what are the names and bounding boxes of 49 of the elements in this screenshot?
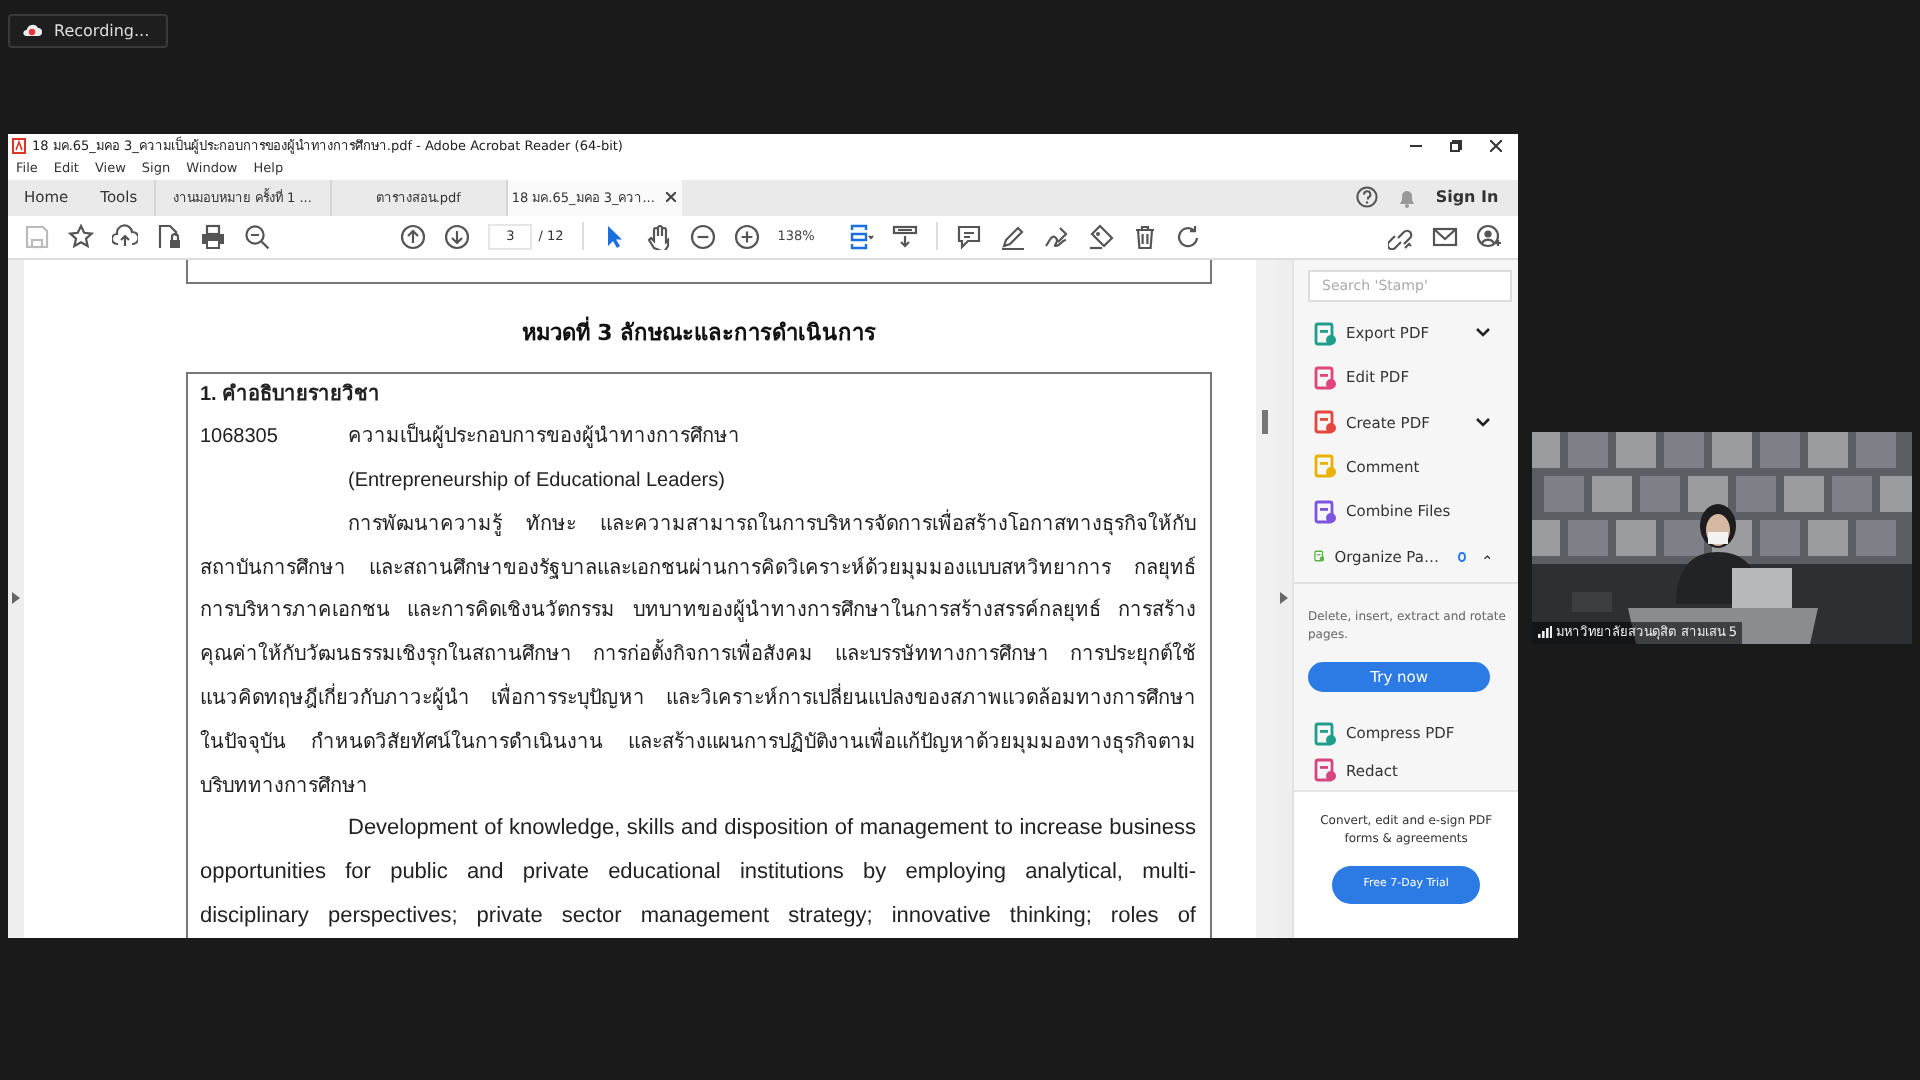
expand-arrow-icon[interactable] [12,592,20,604]
page-down-icon[interactable] [444,223,471,249]
chevron-icon[interactable] [1476,328,1491,339]
zoom-in-icon[interactable] [733,223,760,249]
close-icon[interactable] [666,192,677,202]
hand-icon[interactable] [645,223,672,249]
section-title: 1. คำอธิบายรายวิชา [200,381,383,409]
course-code: 1068305 [200,424,280,453]
recording-label: Recording... [54,21,150,39]
cloud-record-icon [22,22,42,38]
scroll-mode-icon[interactable] [891,223,918,249]
paragraph-line: ในปัจจุบัน กำหนดวิสัยทัศน์ในการดำเนินงาน และสร้างแผนการปฏิบัติงานเพื่อแก้ปัญหาด้วยมุมมองทางธุรกิจตาม [200,725,1196,758]
paragraph-line: Development of knowledge, skills and disposition of management to increase business [346,814,1196,845]
mail-icon[interactable] [1432,223,1459,249]
collapse-arrow-icon[interactable] [1280,592,1288,604]
zoom-search-icon[interactable] [244,223,270,249]
help-icon[interactable] [1355,186,1378,208]
paragraph-line: แนวคิดทฤษฎีเกี่ยวกับภาวะผู้นำ เพื่อการระบุปัญหา และวิเคราะห์การเปลี่ยนแปลงของสภาพแวดล้อมทางการศึกษา [200,678,1196,722]
file-lock-icon[interactable] [156,223,182,249]
star-icon[interactable] [68,223,94,249]
comment-icon[interactable] [955,223,982,249]
section-heading: หมวดที่ 3 ลักษณะและการดำเนินการ [519,314,879,349]
stamp-icon[interactable] [1087,223,1114,249]
cloud-upload-icon[interactable] [112,223,138,249]
paragraph-line: สถาบันการศึกษา และสถานศึกษาของรัฐบาลและเอกชนผ่านการคิดวิเคราะห์ด้วยมุมมองแบบสหวิทยาการ กลยุทธ์ [200,554,1196,584]
print-icon[interactable] [200,223,226,249]
course-name: ความเป็นผู้ประกอบการของผู้นำทางการศึกษา [348,420,740,453]
rotate-icon[interactable] [1175,223,1202,249]
pen-icon[interactable] [999,223,1026,249]
paragraph-line: การพัฒนาความรู้ ทักษะ และความสามารถในการบริหารจัดการเพื่อสร้างโอกาสทางธุรกิจให้กับ [346,507,1196,540]
scrollbar-thumb[interactable] [1262,409,1268,433]
course-name: (Entrepreneurship of Educational Leaders) [346,468,727,497]
minimize-icon[interactable] [1410,139,1423,151]
signature-icon[interactable] [1043,223,1070,249]
paragraph-line: คุณค่าให้กับวัฒนธรรมเชิงรุกในสถานศึกษา การก่อตั้งกิจการเพื่อสังคม และบรรษัททางการศึกษา การประยุกต์ใช้ [200,634,1196,679]
paragraph-line: การบริหารภาคเอกชน และการคิดเชิงนวัตกรรม บทบาทของผู้นำทางการศึกษาในการสร้างสรรค์กลยุทธ์ การสร้าง [200,596,1196,627]
signal-icon [1538,626,1553,638]
paragraph-line: บริบททางการศึกษา [200,773,370,802]
restore-icon[interactable] [1450,139,1463,151]
chevron-icon[interactable] [1476,417,1491,428]
paragraph-line: disciplinary perspectives; private sector management strategy; innovative thinking; roles of [200,902,1196,933]
add-user-icon[interactable] [1476,223,1503,249]
page-up-icon[interactable] [400,223,427,249]
sign-in-link[interactable]: Sign In [1435,188,1499,206]
zoom-out-icon[interactable] [689,223,716,249]
trash-icon[interactable] [1131,223,1158,249]
close-icon[interactable] [1490,139,1503,151]
fit-page-icon[interactable] [847,223,874,249]
paragraph-line: opportunities for public and private educational institutions by employing analytical, multi- [200,858,1196,889]
